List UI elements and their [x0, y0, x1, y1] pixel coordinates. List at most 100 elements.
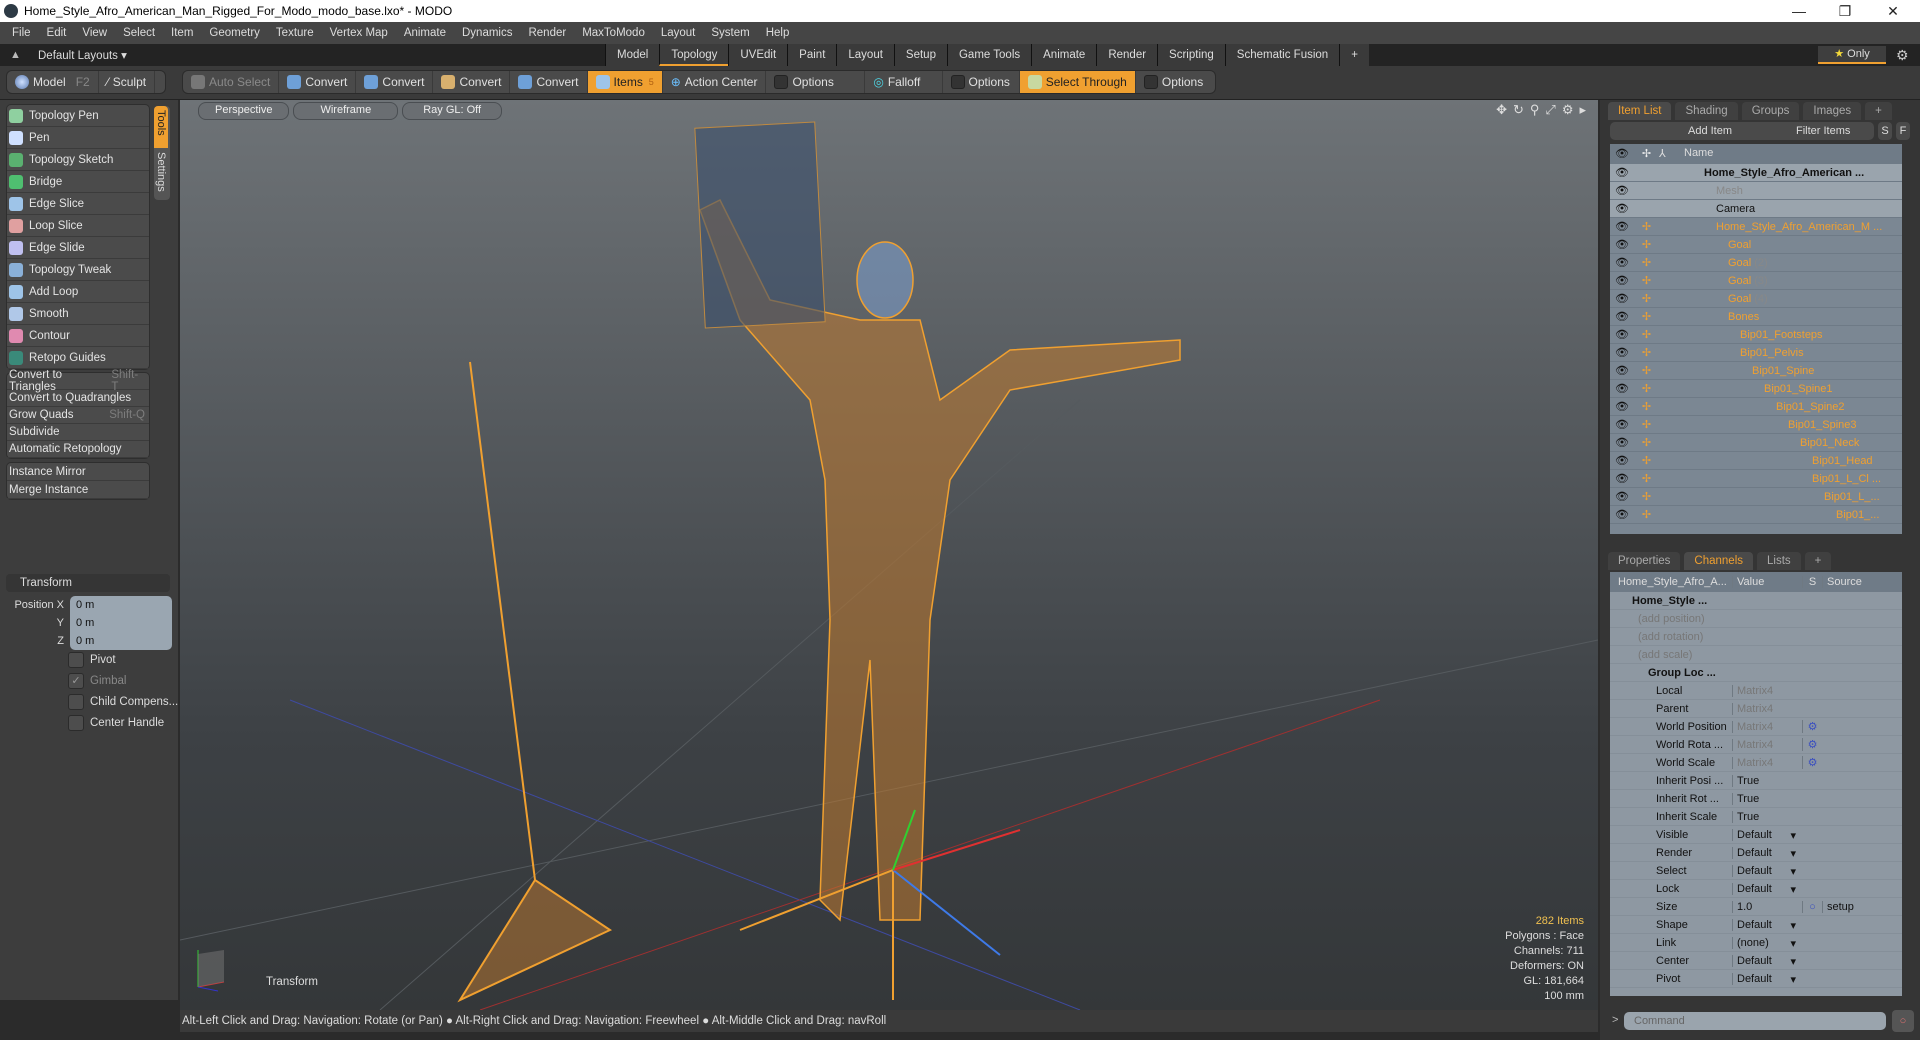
lock-icon[interactable]: ✢ — [1634, 238, 1659, 251]
channel-row[interactable]: Inherit Rot ... True — [1610, 790, 1902, 808]
model-button[interactable]: Model F2 — [7, 71, 99, 93]
item-row[interactable]: 👁 ✢ Bip01_Spine1 — [1610, 380, 1902, 398]
eye-icon[interactable]: 👁 — [1610, 220, 1634, 233]
add-tab-button[interactable]: + — [1804, 552, 1832, 570]
channel-row[interactable]: Local Matrix4 — [1610, 682, 1902, 700]
channel-value[interactable]: Default ▾ — [1732, 828, 1802, 842]
lock-icon[interactable]: ✢ — [1634, 382, 1659, 395]
collapse-icon[interactable]: ▲ — [10, 49, 21, 61]
tool-topology-sketch[interactable]: Topology Sketch — [7, 149, 149, 171]
lock-icon[interactable]: ✢ — [1634, 436, 1659, 449]
eye-icon[interactable]: 👁 — [1610, 346, 1634, 359]
channel-value[interactable]: Default ▾ — [1732, 882, 1802, 896]
eye-icon[interactable]: 👁 — [1610, 472, 1634, 485]
tool-retopo-guides[interactable]: Retopo Guides — [7, 347, 149, 369]
dropdown-arrow-icon[interactable]: ▾ — [1790, 829, 1796, 842]
item-row[interactable]: 👁 ✢ Goal (2) — [1610, 254, 1902, 272]
tab-scripting[interactable]: Scripting — [1157, 44, 1225, 66]
tab-tools[interactable]: Tools — [154, 106, 168, 148]
channel-value[interactable]: Default ▾ — [1732, 972, 1802, 986]
add-tab-button[interactable]: + — [1339, 44, 1369, 66]
lock-icon[interactable]: ✢ — [1634, 508, 1659, 521]
dropdown-arrow-icon[interactable]: ▾ — [1790, 937, 1796, 950]
item-row[interactable]: 👁 ✢ Bip01_Neck — [1610, 434, 1902, 452]
item-row[interactable]: 👁 ✢ Bip01_... — [1610, 506, 1902, 524]
tab-images[interactable]: Images — [1803, 102, 1862, 120]
menu-vertex-map[interactable]: Vertex Map — [322, 27, 396, 39]
tool-automatic-retopology[interactable]: Automatic Retopology — [7, 441, 149, 458]
menu-edit[interactable]: Edit — [39, 27, 75, 39]
tool-instance-mirror[interactable]: Instance Mirror — [7, 463, 149, 481]
item-row[interactable]: 👁 ✢ Goal — [1610, 236, 1902, 254]
select-through-button[interactable]: Select Through — [1019, 71, 1136, 93]
channel-value[interactable]: True — [1732, 774, 1802, 787]
item-row[interactable]: 👁 Home_Style_Afro_American ... — [1610, 164, 1902, 182]
item-row[interactable]: 👁 ✢ Bip01_Pelvis — [1610, 344, 1902, 362]
dropdown-arrow-icon[interactable]: ▾ — [1790, 865, 1796, 878]
add-tab-button[interactable]: + — [1865, 102, 1892, 120]
filter-items-input[interactable]: Filter Items — [1792, 122, 1874, 140]
menu-system[interactable]: System — [703, 27, 757, 39]
menu-texture[interactable]: Texture — [268, 27, 322, 39]
eye-icon[interactable]: 👁 — [1610, 490, 1634, 503]
channel-row[interactable]: World Scale Matrix4 ⚙ — [1610, 754, 1902, 772]
eye-icon[interactable]: 👁 — [1610, 400, 1634, 413]
menu-dynamics[interactable]: Dynamics — [454, 27, 520, 39]
gimbal-checkbox[interactable]: ✓ — [68, 673, 84, 689]
lock-icon[interactable]: ✢ — [1634, 220, 1659, 233]
select-through-options-button[interactable]: Options — [1136, 71, 1215, 93]
channel-row[interactable]: Home_Style ... — [1610, 592, 1902, 610]
tab-layout[interactable]: Layout — [836, 44, 894, 66]
center-handle-checkbox[interactable] — [68, 715, 84, 731]
channel-row[interactable]: Size 1.0 ○ setup — [1610, 898, 1902, 916]
channel-row[interactable]: Visible Default ▾ — [1610, 826, 1902, 844]
tab-channels[interactable]: Channels — [1684, 552, 1754, 570]
maximize-button[interactable]: ❐ — [1822, 0, 1868, 22]
items-button[interactable]: Items 5 — [587, 71, 663, 93]
menu-file[interactable]: File — [4, 27, 39, 39]
menu-item[interactable]: Item — [163, 27, 201, 39]
f-filter-button[interactable]: F — [1896, 122, 1910, 140]
tool-edge-slice[interactable]: Edge Slice — [7, 193, 149, 215]
lock-icon[interactable]: ✢ — [1634, 418, 1659, 431]
channel-row[interactable]: (add rotation) — [1610, 628, 1902, 646]
convert-polygons-button[interactable]: Convert — [433, 71, 511, 93]
tab-properties[interactable]: Properties — [1608, 552, 1681, 570]
menu-select[interactable]: Select — [115, 27, 163, 39]
eye-icon[interactable]: 👁 — [1610, 184, 1634, 197]
channel-value[interactable]: Default ▾ — [1732, 864, 1802, 878]
convert-vertices-button[interactable]: Convert — [279, 71, 357, 93]
tab-groups[interactable]: Groups — [1741, 102, 1800, 120]
menu-render[interactable]: Render — [520, 27, 574, 39]
item-row[interactable]: 👁 ✢ Bip01_L_Cl ... — [1610, 470, 1902, 488]
menu-maxtomodo[interactable]: MaxToModo — [574, 27, 653, 39]
sculpt-button[interactable]: ⁄ Sculpt — [99, 71, 156, 93]
channel-value[interactable]: 1.0 — [1732, 900, 1802, 913]
action-center-button[interactable]: ⊕ Action Center — [663, 71, 767, 93]
channel-row[interactable]: World Rota ... Matrix4 ⚙ — [1610, 736, 1902, 754]
channel-row[interactable]: World Position Matrix4 ⚙ — [1610, 718, 1902, 736]
eye-icon[interactable]: 👁 — [1610, 364, 1634, 377]
tab-shading[interactable]: Shading — [1675, 102, 1738, 120]
tool-grow-quads[interactable]: Grow Quads Shift-Q — [7, 407, 149, 424]
channel-row[interactable]: Parent Matrix4 — [1610, 700, 1902, 718]
close-button[interactable]: ✕ — [1870, 0, 1916, 22]
channel-value[interactable]: (none) ▾ — [1732, 936, 1802, 950]
tool-pen[interactable]: Pen — [7, 127, 149, 149]
lock-icon[interactable]: ✢ — [1634, 310, 1659, 323]
channel-value[interactable]: Default ▾ — [1732, 954, 1802, 968]
dropdown-arrow-icon[interactable]: ▾ — [1790, 883, 1796, 896]
position-z-input[interactable]: 0 m — [70, 632, 172, 650]
eye-icon[interactable]: 👁 — [1610, 256, 1634, 269]
lock-icon[interactable]: ✢ — [1634, 454, 1659, 467]
channel-value[interactable]: True — [1732, 810, 1802, 823]
tab-game-tools[interactable]: Game Tools — [946, 44, 1032, 66]
eye-icon[interactable]: 👁 — [1610, 292, 1634, 305]
tab-uvedit[interactable]: UVEdit — [728, 44, 788, 66]
falloff-button[interactable]: ◎ Falloff — [865, 71, 943, 93]
tab-item-list[interactable]: Item List — [1608, 102, 1672, 120]
lock-icon[interactable]: ✢ — [1634, 400, 1659, 413]
item-row[interactable]: 👁 ✢ Goal (3) — [1610, 272, 1902, 290]
item-row[interactable]: 👁 ✢ Bip01_Spine2 — [1610, 398, 1902, 416]
dropdown-arrow-icon[interactable]: ▾ — [1790, 847, 1796, 860]
